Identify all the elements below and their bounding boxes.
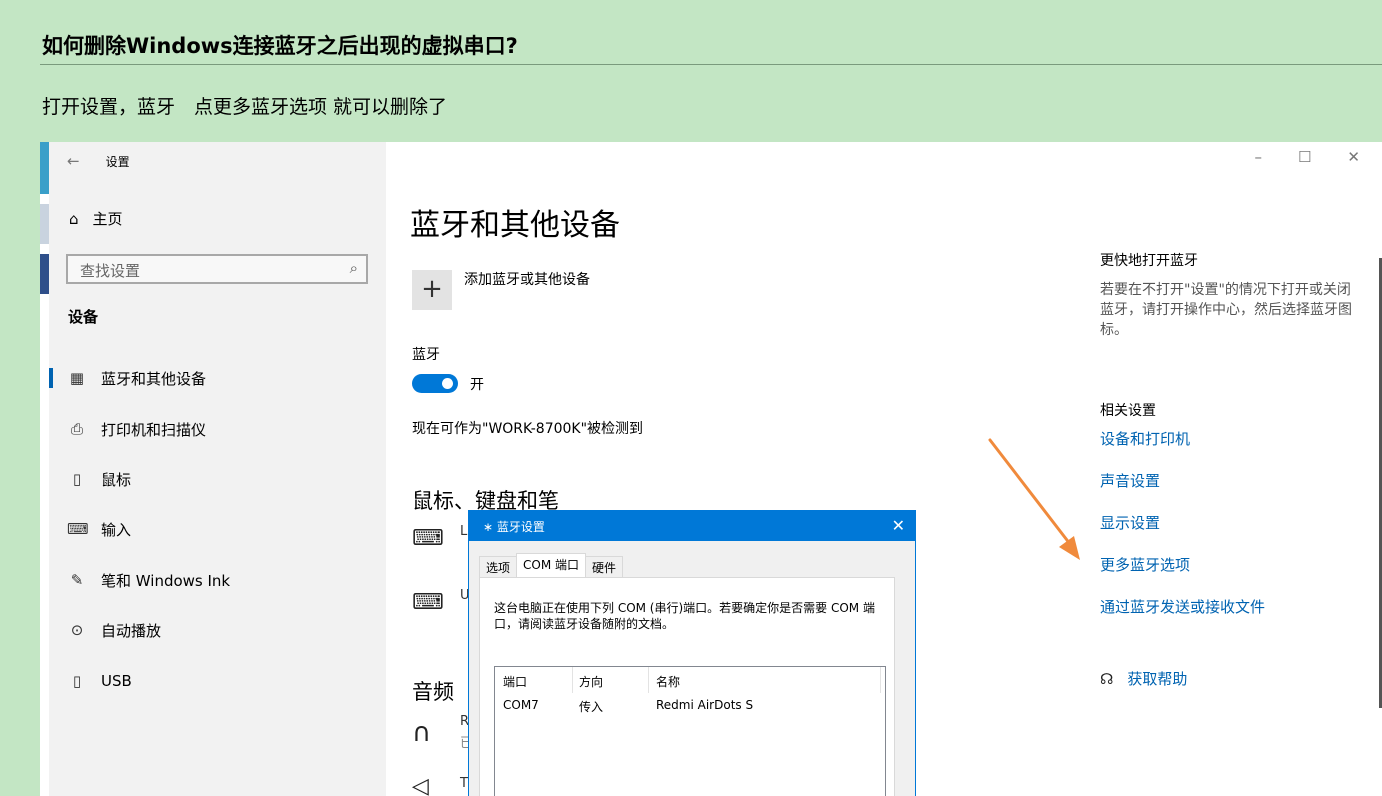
arrow-head — [1059, 536, 1080, 560]
article-subtitle: 打开设置，蓝牙 点更多蓝牙选项 就可以删除了 — [42, 96, 448, 118]
arrow-shaft — [988, 438, 1072, 546]
article-title: 如何删除Windows连接蓝牙之后出现的虚拟串口? — [42, 34, 518, 58]
title-divider — [40, 64, 1382, 65]
settings-screenshot: ← 设置 ⌂ 主页 查找设置 ⌕ 设备 ▦ 蓝牙和其他设备 ⎙ 打印机和扫描仪 ▯… — [40, 142, 1382, 796]
annotation-arrow — [988, 438, 1080, 560]
